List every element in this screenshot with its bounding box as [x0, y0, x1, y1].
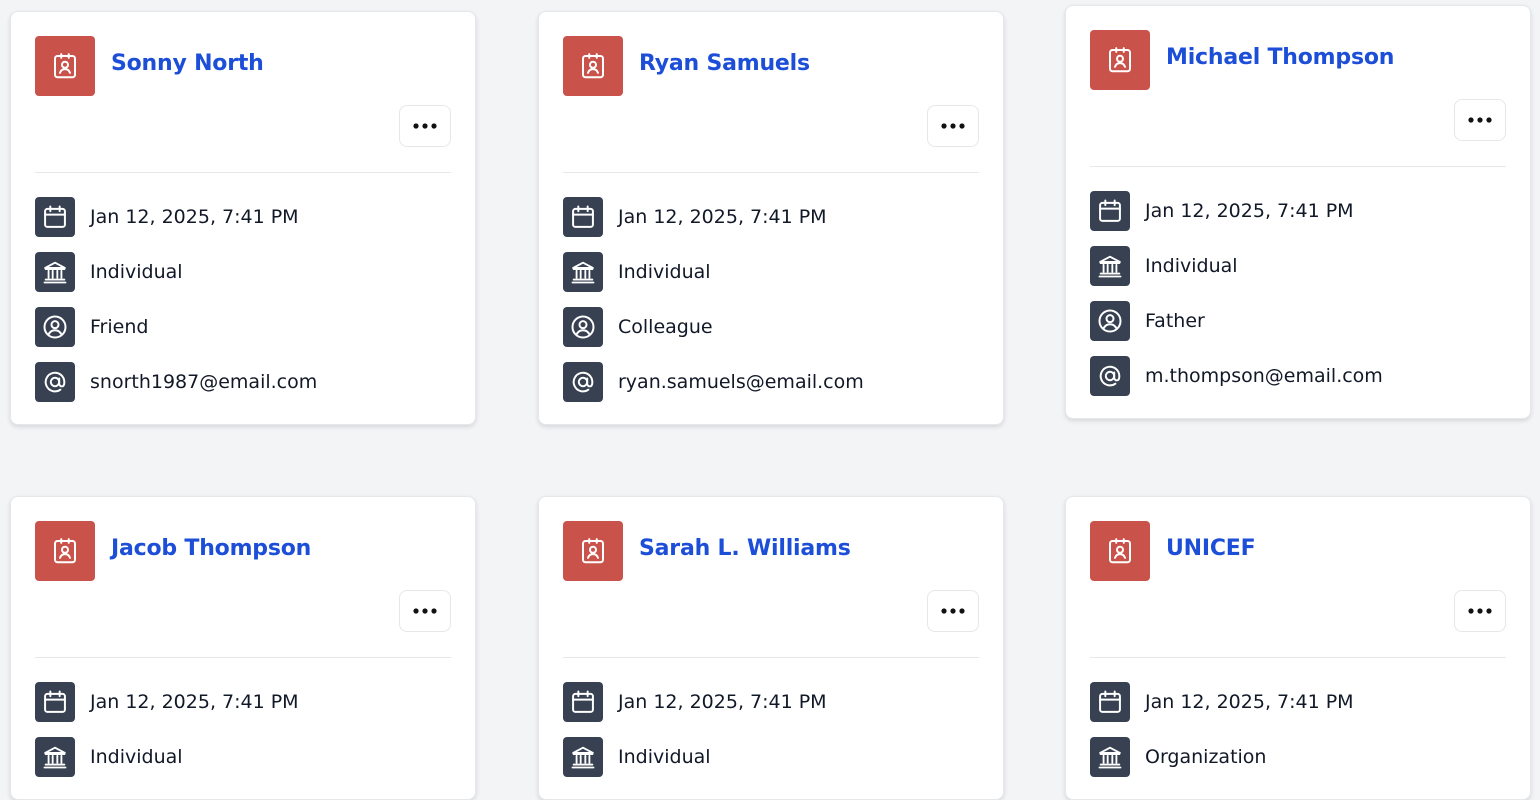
detail-row-relationship: Colleague	[563, 307, 979, 347]
type-value: Individual	[90, 746, 183, 768]
detail-row-type: Individual	[563, 737, 979, 777]
calendar-icon	[35, 682, 75, 722]
detail-row-type: Individual	[563, 252, 979, 292]
more-options-button[interactable]	[927, 590, 979, 632]
calendar-icon	[563, 682, 603, 722]
contact-name-link[interactable]: Ryan Samuels	[639, 51, 810, 76]
detail-row-date: Jan 12, 2025, 7:41 PM	[35, 197, 451, 237]
institution-icon	[35, 737, 75, 777]
email-value[interactable]: snorth1987@email.com	[90, 371, 317, 393]
detail-row-type: Individual	[35, 737, 451, 777]
contact-name-link[interactable]: Michael Thompson	[1166, 45, 1394, 70]
institution-icon	[1090, 246, 1130, 286]
user-circle-icon	[1090, 301, 1130, 341]
more-options-button[interactable]	[399, 105, 451, 147]
detail-row-email: ryan.samuels@email.com	[563, 362, 979, 402]
detail-row-type: Individual	[1090, 246, 1506, 286]
email-value[interactable]: ryan.samuels@email.com	[618, 371, 864, 393]
divider	[35, 657, 451, 658]
date-value: Jan 12, 2025, 7:41 PM	[1145, 691, 1354, 713]
date-value: Jan 12, 2025, 7:41 PM	[618, 206, 827, 228]
at-sign-icon	[35, 362, 75, 402]
contact-name-link[interactable]: Sonny North	[111, 51, 264, 76]
more-horizontal-icon	[941, 608, 965, 614]
type-value: Organization	[1145, 746, 1267, 768]
detail-row-date: Jan 12, 2025, 7:41 PM	[1090, 682, 1506, 722]
divider	[563, 657, 979, 658]
email-value[interactable]: m.thompson@email.com	[1145, 365, 1383, 387]
detail-row-date: Jan 12, 2025, 7:41 PM	[1090, 191, 1506, 231]
more-options-button[interactable]	[1454, 590, 1506, 632]
detail-row-date: Jan 12, 2025, 7:41 PM	[563, 682, 979, 722]
type-value: Individual	[1145, 255, 1238, 277]
contact-card: Michael Thompson Jan 12, 2025, 7:41 PM I…	[1065, 5, 1531, 419]
more-horizontal-icon	[1468, 117, 1492, 123]
institution-icon	[563, 252, 603, 292]
relationship-value: Friend	[90, 316, 149, 338]
contact-card: Sonny North Jan 12, 2025, 7:41 PM Indivi…	[10, 11, 476, 425]
user-circle-icon	[35, 307, 75, 347]
detail-row-email: snorth1987@email.com	[35, 362, 451, 402]
divider	[1090, 166, 1506, 167]
divider	[1090, 657, 1506, 658]
calendar-icon	[1090, 682, 1130, 722]
contact-name-link[interactable]: Jacob Thompson	[111, 536, 311, 561]
institution-icon	[563, 737, 603, 777]
contact-badge-icon	[35, 521, 95, 581]
contact-badge-icon	[1090, 521, 1150, 581]
contact-name-link[interactable]: Sarah L. Williams	[639, 536, 851, 561]
more-horizontal-icon	[413, 123, 437, 129]
institution-icon	[1090, 737, 1130, 777]
date-value: Jan 12, 2025, 7:41 PM	[90, 206, 299, 228]
detail-row-date: Jan 12, 2025, 7:41 PM	[563, 197, 979, 237]
contact-badge-icon	[563, 521, 623, 581]
detail-row-relationship: Father	[1090, 301, 1506, 341]
user-circle-icon	[563, 307, 603, 347]
date-value: Jan 12, 2025, 7:41 PM	[90, 691, 299, 713]
more-horizontal-icon	[1468, 608, 1492, 614]
contact-badge-icon	[563, 36, 623, 96]
type-value: Individual	[618, 261, 711, 283]
more-options-button[interactable]	[1454, 99, 1506, 141]
divider	[563, 172, 979, 173]
contact-card: Jacob Thompson Jan 12, 2025, 7:41 PM Ind…	[10, 496, 476, 800]
more-options-button[interactable]	[399, 590, 451, 632]
more-options-button[interactable]	[927, 105, 979, 147]
relationship-value: Colleague	[618, 316, 713, 338]
at-sign-icon	[1090, 356, 1130, 396]
contact-card: Sarah L. Williams Jan 12, 2025, 7:41 PM …	[538, 496, 1004, 800]
at-sign-icon	[563, 362, 603, 402]
divider	[35, 172, 451, 173]
institution-icon	[35, 252, 75, 292]
calendar-icon	[1090, 191, 1130, 231]
calendar-icon	[563, 197, 603, 237]
detail-row-type: Individual	[35, 252, 451, 292]
contact-card: UNICEF Jan 12, 2025, 7:41 PM Organizatio…	[1065, 496, 1531, 800]
detail-row-date: Jan 12, 2025, 7:41 PM	[35, 682, 451, 722]
contact-card: Ryan Samuels Jan 12, 2025, 7:41 PM Indiv…	[538, 11, 1004, 425]
detail-row-type: Organization	[1090, 737, 1506, 777]
type-value: Individual	[618, 746, 711, 768]
detail-row-email: m.thompson@email.com	[1090, 356, 1506, 396]
contact-badge-icon	[1090, 30, 1150, 90]
contact-badge-icon	[35, 36, 95, 96]
more-horizontal-icon	[941, 123, 965, 129]
type-value: Individual	[90, 261, 183, 283]
detail-row-relationship: Friend	[35, 307, 451, 347]
date-value: Jan 12, 2025, 7:41 PM	[1145, 200, 1354, 222]
contact-name-link[interactable]: UNICEF	[1166, 536, 1256, 561]
date-value: Jan 12, 2025, 7:41 PM	[618, 691, 827, 713]
calendar-icon	[35, 197, 75, 237]
more-horizontal-icon	[413, 608, 437, 614]
relationship-value: Father	[1145, 310, 1205, 332]
